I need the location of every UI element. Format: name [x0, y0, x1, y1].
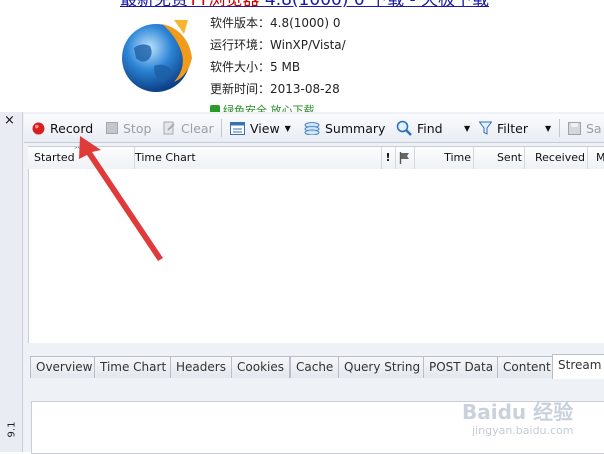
stop-label: Stop	[123, 120, 152, 136]
chevron-down-icon: ▼	[545, 123, 552, 133]
filter-dropdown-button[interactable]: ▼	[540, 114, 551, 142]
filter-funnel-icon	[479, 121, 492, 135]
info-value: 2013-08-28	[270, 82, 340, 96]
tab-label: Cookies	[237, 360, 284, 374]
info-row-version: 软件版本：4.8(1000) 0	[210, 12, 346, 34]
tab-query-string[interactable]: Query String	[338, 356, 427, 378]
sort-arrow-icon: ^	[74, 147, 81, 154]
flag-icon	[399, 152, 409, 164]
column-time-chart-label: Time Chart	[135, 151, 196, 164]
record-icon	[32, 122, 45, 134]
save-disk-icon	[568, 121, 581, 135]
tab-label: Headers	[176, 360, 226, 374]
column-time[interactable]: Time	[415, 147, 474, 169]
tab-stream[interactable]: Stream	[552, 354, 604, 379]
column-time-chart[interactable]: Time Chart	[129, 147, 382, 169]
tab-cache[interactable]: Cache	[290, 356, 340, 378]
web-page-area: 最新免费TT浏览器 4.8(1000) 0 下载 - 天极下载 软件版本：4.8…	[0, 0, 604, 112]
tab-label: Time Chart	[100, 360, 167, 374]
tab-content[interactable]: Content	[497, 356, 557, 378]
info-row-update-time: 更新时间：2013-08-28	[210, 78, 346, 100]
tab-headers[interactable]: Headers	[170, 356, 232, 378]
find-label: Find	[417, 120, 443, 136]
column-method[interactable]: M	[589, 147, 604, 169]
info-row-environment: 运行环境：WinXP/Vista/	[210, 34, 346, 56]
search-icon	[396, 120, 412, 136]
column-time-label: Time	[444, 151, 471, 164]
info-label: 更新时间：	[210, 82, 271, 96]
column-started-label: Started	[34, 151, 75, 164]
info-value: 4.8(1000) 0	[270, 16, 341, 30]
chevron-down-icon: ▼	[464, 123, 471, 133]
tab-label: Stream	[558, 358, 602, 372]
column-flag[interactable]	[396, 147, 415, 169]
tab-label: Overview	[36, 360, 93, 374]
info-label: 运行环境：	[210, 38, 271, 52]
column-method-label: M	[596, 151, 604, 164]
record-label: Record	[50, 120, 94, 136]
toolbar-separator	[559, 119, 560, 137]
title-part-1: 最新免费	[120, 0, 188, 10]
title-part-3: 4.8(1000) 0 下载 - 天极下载	[264, 0, 490, 10]
column-started[interactable]: Started ^	[28, 147, 135, 169]
close-icon[interactable]: ×	[4, 113, 15, 128]
tab-cookies[interactable]: Cookies	[231, 356, 290, 378]
save-label: Sa	[586, 120, 602, 136]
view-label: View	[250, 120, 280, 136]
clear-button[interactable]: Clear	[162, 114, 214, 142]
stop-button[interactable]: Stop	[106, 114, 151, 142]
browser-logo-globe-icon	[122, 20, 192, 92]
record-button[interactable]: Record	[32, 114, 93, 142]
tab-post-data[interactable]: POST Data	[423, 356, 500, 378]
view-menu-button[interactable]: View ▼	[230, 114, 291, 142]
find-button[interactable]: Find	[396, 114, 443, 142]
view-icon	[230, 121, 245, 135]
watermark-url: jingyan.baidu.com	[472, 424, 574, 437]
download-page-title-link[interactable]: 最新免费TT浏览器 4.8(1000) 0 下载 - 天极下载	[120, 0, 489, 10]
find-dropdown-button[interactable]: ▼	[459, 114, 470, 142]
column-received-label: Received	[534, 151, 585, 164]
filter-label: Filter	[497, 120, 528, 136]
software-info: 软件版本：4.8(1000) 0 运行环境：WinXP/Vista/ 软件大小：…	[210, 12, 346, 112]
column-sent[interactable]: Sent	[474, 147, 525, 169]
summary-stack-icon	[304, 121, 320, 135]
tab-label: Content	[503, 360, 551, 374]
info-value: 5 MB	[270, 60, 301, 74]
watermark-logo: Baidu 经验	[462, 400, 574, 424]
summary-label: Summary	[325, 120, 386, 136]
tab-time-chart[interactable]: Time Chart	[94, 356, 173, 378]
column-warning-label: !	[385, 151, 391, 164]
column-warning[interactable]: !	[381, 147, 396, 169]
chevron-down-icon: ▼	[284, 123, 291, 133]
info-value: WinXP/Vista/	[270, 38, 346, 52]
info-row-size: 软件大小：5 MB	[210, 56, 346, 78]
save-button[interactable]: Sa	[568, 114, 602, 142]
summary-button[interactable]: Summary	[304, 114, 385, 142]
clear-label: Clear	[181, 120, 214, 136]
safe-download-badge: 绿色安全 放心下载	[210, 100, 346, 112]
shield-check-icon	[210, 105, 220, 112]
tab-overview[interactable]: Overview	[30, 356, 99, 378]
safe-download-text: 绿色安全 放心下载	[223, 104, 315, 112]
column-received[interactable]: Received	[525, 147, 588, 169]
toolbar: Record Stop Clear View ▼ Summary Find ▼	[24, 114, 604, 143]
panel-left-strip: × 9.1	[0, 112, 23, 452]
version-label: 9.1	[6, 421, 18, 438]
tab-label: Cache	[296, 360, 334, 374]
tab-label: POST Data	[429, 360, 494, 374]
stop-icon	[106, 122, 118, 134]
requests-grid-header: Started ^ Time Chart ! Time Sent Receive…	[28, 146, 604, 170]
clear-icon	[163, 121, 175, 135]
toolbar-separator	[221, 119, 222, 137]
title-part-2: TT浏览器	[188, 0, 260, 10]
tab-label: Query String	[344, 360, 421, 374]
detail-tabs: Overview Time Chart Headers Cookies Cach…	[28, 354, 604, 379]
requests-grid-body[interactable]	[28, 169, 604, 343]
column-sent-label: Sent	[496, 151, 522, 164]
info-label: 软件大小：	[210, 60, 271, 74]
info-label: 软件版本：	[210, 16, 271, 30]
filter-button[interactable]: Filter	[479, 114, 528, 142]
